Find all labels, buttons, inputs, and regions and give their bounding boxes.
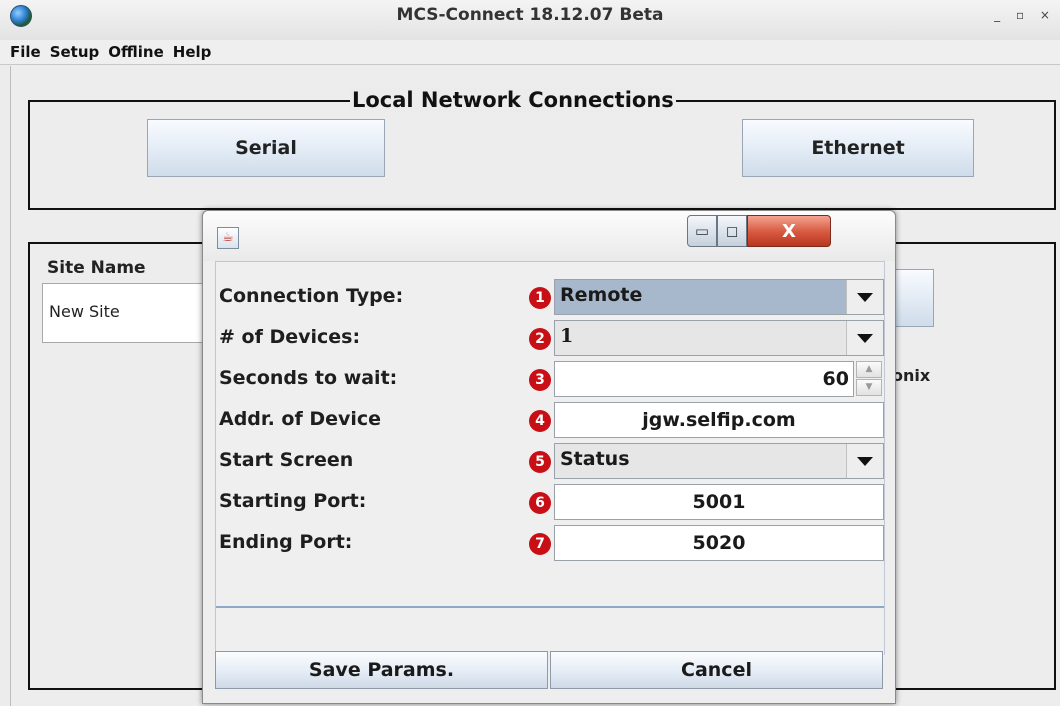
java-cup-icon: ☕ — [217, 227, 239, 249]
connection-type-select[interactable]: Remote — [554, 279, 884, 315]
seconds-label: Seconds to wait: — [219, 367, 398, 389]
devices-value: 1 — [560, 325, 574, 347]
starting-port-label: Starting Port: — [219, 490, 367, 512]
badge-7: 7 — [529, 533, 551, 555]
dialog-button-row: Save Params. Cancel — [215, 651, 883, 691]
cancel-button[interactable]: Cancel — [550, 651, 883, 689]
connection-type-value: Remote — [560, 284, 643, 306]
title-bar: MCS-Connect 18.12.07 Beta _ ▫ × — [0, 0, 1060, 40]
seconds-spinner-input[interactable]: 60 — [554, 361, 854, 397]
chevron-down-icon[interactable] — [846, 444, 883, 478]
badge-5: 5 — [529, 451, 551, 473]
spinner-down-icon[interactable]: ▼ — [856, 379, 882, 396]
ending-port-row: Ending Port: 7 5020 — [216, 525, 884, 563]
close-button[interactable]: X — [747, 215, 831, 247]
menu-file[interactable]: File — [0, 40, 44, 61]
connection-type-row: Connection Type: 1 Remote — [216, 279, 884, 317]
dialog-body: Connection Type: 1 Remote # of Devices: … — [215, 261, 885, 655]
starting-port-row: Starting Port: 6 5001 — [216, 484, 884, 522]
window-controls[interactable]: _ ▫ × — [994, 8, 1056, 22]
save-params-button[interactable]: Save Params. — [215, 651, 548, 689]
menu-setup[interactable]: Setup — [44, 40, 103, 61]
start-screen-value: Status — [560, 448, 630, 470]
devices-row: # of Devices: 2 1 — [216, 320, 884, 358]
site-name-label: Site Name — [47, 258, 146, 278]
ending-port-input[interactable]: 5020 — [554, 525, 884, 561]
local-network-title: Local Network Connections — [350, 88, 676, 112]
menu-bar: File Setup Offline Help — [0, 40, 1060, 65]
badge-6: 6 — [529, 492, 551, 514]
badge-4: 4 — [529, 410, 551, 432]
seconds-spinner-buttons: ▲ ▼ — [856, 361, 882, 397]
window-title: MCS-Connect 18.12.07 Beta — [396, 5, 664, 25]
site-name-input[interactable]: New Site — [42, 283, 222, 343]
menu-offline[interactable]: Offline — [102, 40, 167, 61]
connection-type-label: Connection Type: — [219, 285, 404, 307]
devices-label: # of Devices: — [219, 326, 361, 348]
serial-button[interactable]: Serial — [147, 119, 385, 177]
badge-3: 3 — [529, 369, 551, 391]
address-label: Addr. of Device — [219, 408, 382, 430]
menu-help[interactable]: Help — [167, 40, 215, 61]
start-screen-select[interactable]: Status — [554, 443, 884, 479]
connection-dialog: ☕ ▭ ◻ X Connection Type: 1 Remote # of D… — [202, 210, 896, 704]
chevron-down-icon[interactable] — [846, 321, 883, 355]
minimize-button[interactable]: ▭ — [687, 215, 717, 247]
starting-port-input[interactable]: 5001 — [554, 484, 884, 520]
chevron-down-icon[interactable] — [846, 280, 883, 314]
maximize-button[interactable]: ◻ — [717, 215, 747, 247]
devices-select[interactable]: 1 — [554, 320, 884, 356]
address-input[interactable]: jgw.selfip.com — [554, 402, 884, 438]
seconds-row: Seconds to wait: 3 60 ▲ ▼ — [216, 361, 884, 399]
background-partial-text: onix — [892, 366, 931, 385]
ethernet-button[interactable]: Ethernet — [742, 119, 974, 177]
spinner-up-icon[interactable]: ▲ — [856, 361, 882, 378]
address-row: Addr. of Device 4 jgw.selfip.com — [216, 402, 884, 440]
dialog-title-bar: ☕ ▭ ◻ X — [203, 211, 895, 261]
ending-port-label: Ending Port: — [219, 531, 353, 553]
separator — [216, 606, 884, 608]
badge-2: 2 — [529, 328, 551, 350]
start-screen-row: Start Screen 5 Status — [216, 443, 884, 481]
start-screen-label: Start Screen — [219, 449, 354, 471]
badge-1: 1 — [529, 287, 551, 309]
